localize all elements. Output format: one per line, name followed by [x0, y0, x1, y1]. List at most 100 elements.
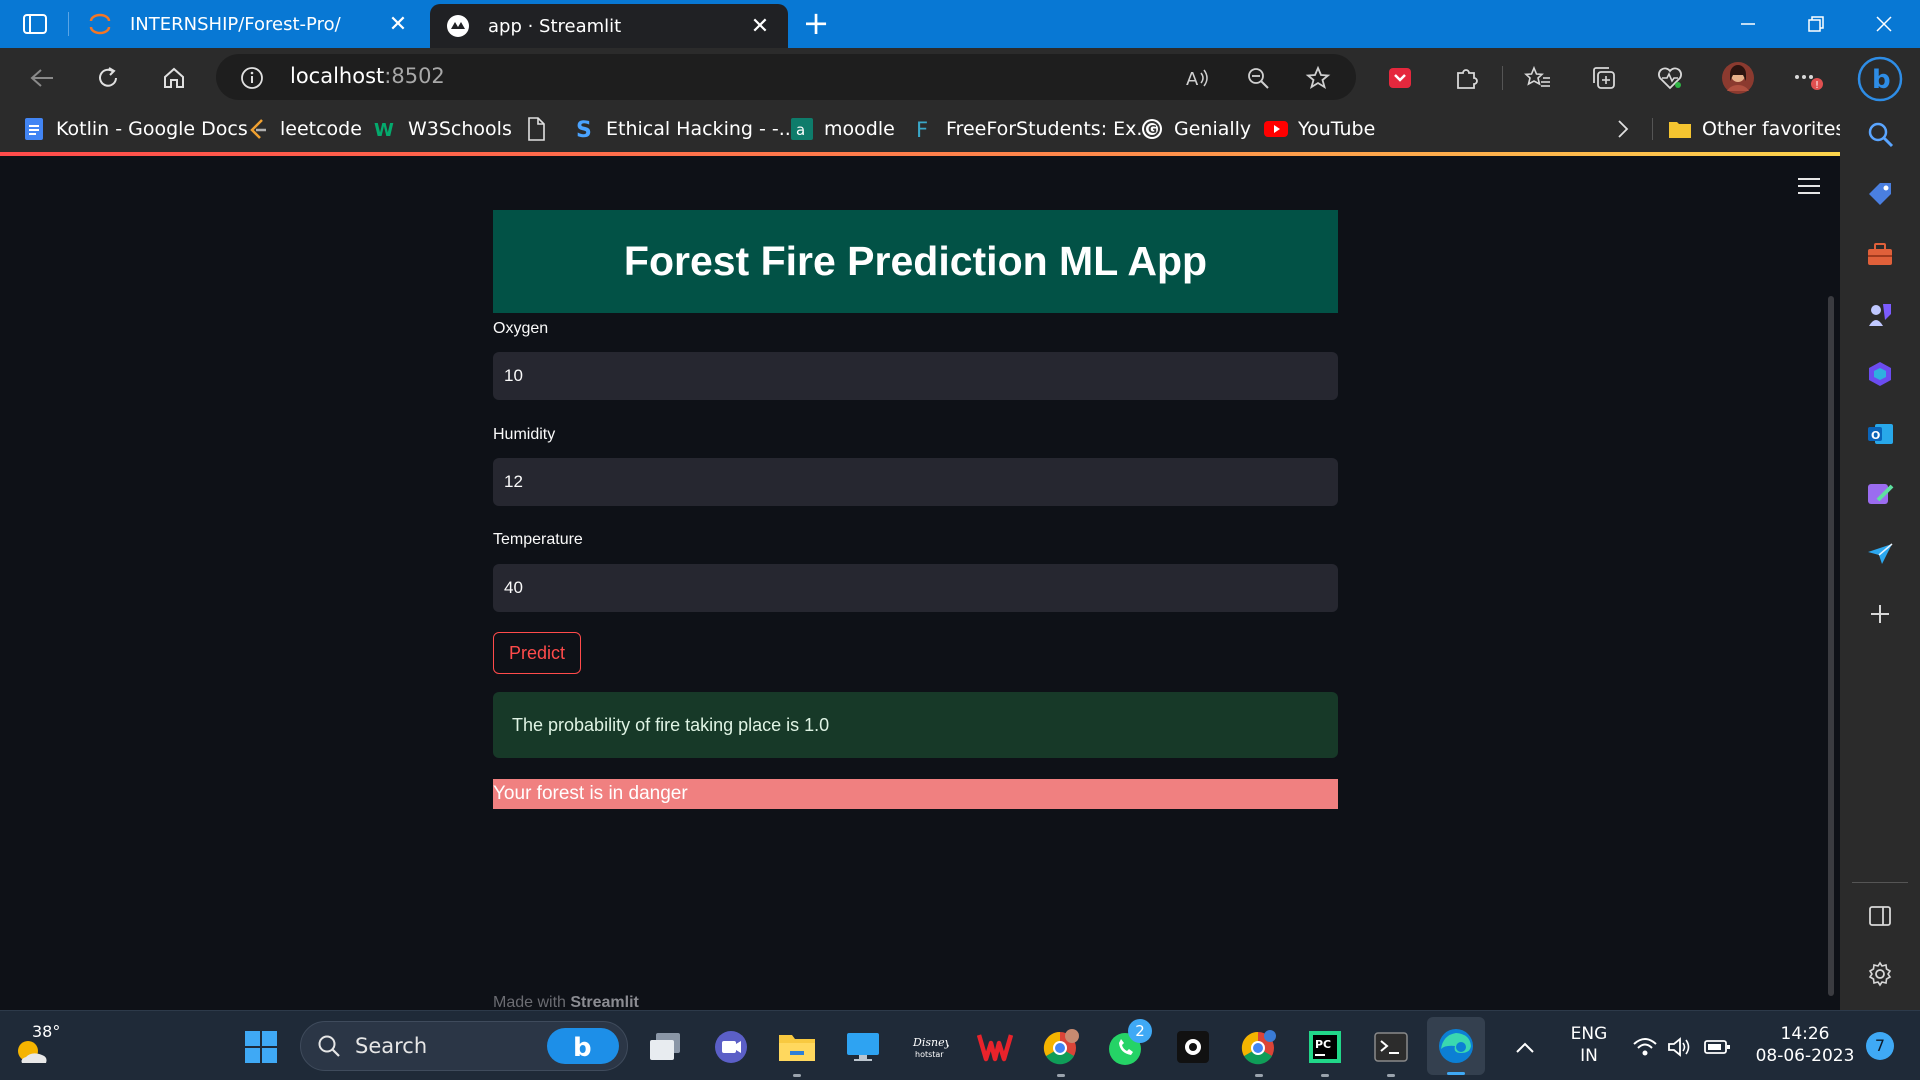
teams-chat-icon[interactable]: [711, 1027, 751, 1067]
search-icon[interactable]: [1864, 118, 1896, 150]
tab-title: INTERNSHIP/Forest-Pro/: [130, 13, 341, 35]
tab-jupyter[interactable]: INTERNSHIP/Forest-Pro/ ✕: [68, 0, 426, 48]
close-window-button[interactable]: [1852, 0, 1916, 48]
oxygen-label: Oxygen: [493, 320, 549, 337]
url-host: localhost: [290, 64, 385, 88]
bookmark-label: Other favorites: [1702, 118, 1846, 140]
wifi-icon[interactable]: [1628, 1027, 1662, 1067]
danger-message: Your forest is in danger: [493, 783, 688, 804]
bookmark-w3schools[interactable]: W W3Schools: [374, 114, 512, 144]
predict-button[interactable]: Predict: [493, 632, 581, 674]
footer-streamlit-link[interactable]: Streamlit: [570, 994, 638, 1010]
pycharm-icon[interactable]: PC: [1305, 1027, 1345, 1077]
send-icon[interactable]: [1864, 538, 1896, 570]
tab-separator: [68, 12, 69, 36]
hamburger-menu-icon[interactable]: [1798, 178, 1820, 194]
url-text[interactable]: localhost:8502: [290, 64, 445, 88]
address-bar[interactable]: localhost:8502 A: [216, 54, 1356, 100]
bookmark-label: leetcode: [280, 118, 362, 140]
info-icon[interactable]: [240, 66, 264, 90]
shopping-tag-icon[interactable]: [1864, 178, 1896, 210]
collections-icon[interactable]: [1586, 60, 1622, 96]
restore-button[interactable]: [1784, 0, 1848, 48]
skillshare-icon: S: [572, 117, 596, 141]
bookmark-youtube[interactable]: YouTube: [1264, 114, 1375, 144]
tab-actions-icon[interactable]: [22, 12, 48, 36]
add-icon[interactable]: [1864, 598, 1896, 630]
active-indicator: [1447, 1072, 1465, 1075]
new-tab-button[interactable]: +: [800, 7, 832, 40]
start-windows-icon[interactable]: [241, 1027, 281, 1067]
disney-hotstar-icon[interactable]: Disney+hotstar: [909, 1027, 949, 1067]
close-icon[interactable]: ✕: [386, 12, 410, 37]
bookmark-freeforstudents[interactable]: F FreeForStudents: Ex...: [912, 114, 1155, 144]
bing-chat-icon[interactable]: b: [1857, 56, 1903, 102]
oxygen-input[interactable]: [493, 352, 1338, 400]
page-scrollbar[interactable]: [1828, 296, 1834, 996]
jupyter-icon: [88, 12, 112, 36]
home-button[interactable]: [156, 60, 192, 96]
file-explorer-icon[interactable]: [777, 1027, 817, 1077]
svg-text:G: G: [1148, 123, 1157, 136]
bookmark-leetcode[interactable]: leetcode: [246, 114, 362, 144]
favorites-icon[interactable]: [1520, 60, 1556, 96]
clock[interactable]: 14:26 08-06-2023: [1750, 1023, 1860, 1067]
extensions-icon[interactable]: [1448, 60, 1484, 96]
bookmark-ethical-hacking[interactable]: S Ethical Hacking - -...: [572, 114, 797, 144]
humidity-input[interactable]: [493, 458, 1338, 506]
toolbar-separator: [1502, 66, 1503, 90]
chatgpt-app-icon[interactable]: [1173, 1027, 1213, 1067]
edge-icon[interactable]: [1427, 1017, 1485, 1075]
settings-gear-icon[interactable]: [1864, 958, 1896, 990]
taskbar-search[interactable]: Search b: [300, 1021, 628, 1071]
volume-icon[interactable]: [1664, 1027, 1694, 1067]
bookmark-label: Kotlin - Google Docs: [56, 118, 248, 140]
refresh-button[interactable]: [90, 60, 126, 96]
success-message: The probability of fire taking place is …: [512, 714, 830, 735]
svg-text:S: S: [576, 118, 592, 141]
bookmark-genially[interactable]: G Genially: [1140, 114, 1251, 144]
desktop-icon[interactable]: [843, 1027, 883, 1067]
streamlit-icon: [446, 14, 470, 38]
bookmark-label: moodle: [824, 118, 895, 140]
edge-sidebar: b O: [1840, 48, 1920, 1010]
outlook-icon[interactable]: O: [1864, 418, 1896, 450]
language-indicator[interactable]: ENG IN: [1556, 1023, 1622, 1067]
chrome-icon[interactable]: [1239, 1027, 1279, 1077]
minimize-button[interactable]: [1716, 0, 1780, 48]
games-icon[interactable]: [1864, 298, 1896, 330]
close-icon[interactable]: ✕: [748, 14, 772, 39]
bookmark-other-favorites[interactable]: Other favorites: [1668, 114, 1845, 144]
running-indicator: [1387, 1074, 1395, 1077]
task-view-icon[interactable]: [645, 1027, 685, 1067]
wps-office-icon[interactable]: [975, 1027, 1015, 1067]
folder-icon: [1668, 117, 1692, 141]
bookmark-kotlin-docs[interactable]: Kotlin - Google Docs: [22, 114, 248, 144]
temperature-input[interactable]: [493, 564, 1338, 612]
tools-briefcase-icon[interactable]: [1864, 238, 1896, 270]
whatsapp-badge: 2: [1128, 1019, 1152, 1043]
bing-search-icon[interactable]: b: [545, 1026, 621, 1066]
pocket-extension-icon[interactable]: [1382, 60, 1418, 96]
notification-badge[interactable]: 7: [1866, 1032, 1894, 1060]
zoom-out-icon[interactable]: [1244, 64, 1272, 92]
favorite-star-icon[interactable]: [1304, 64, 1332, 92]
microsoft-365-icon[interactable]: [1864, 358, 1896, 390]
tab-streamlit[interactable]: app · Streamlit ✕: [430, 4, 788, 48]
bookmarks-overflow-chevron-icon[interactable]: [1616, 114, 1630, 144]
bookmark-moodle[interactable]: a moodle: [790, 114, 895, 144]
browser-essentials-icon[interactable]: [1652, 60, 1688, 96]
profile-avatar[interactable]: [1720, 60, 1756, 96]
show-hidden-icons-chevron-icon[interactable]: [1511, 1027, 1539, 1067]
terminal-icon[interactable]: [1371, 1027, 1411, 1077]
battery-icon[interactable]: [1700, 1027, 1734, 1067]
more-options-icon[interactable]: !: [1790, 60, 1826, 96]
designer-icon[interactable]: [1864, 478, 1896, 510]
bookmark-document[interactable]: [524, 114, 558, 144]
back-button[interactable]: [24, 60, 60, 96]
freeforstudents-icon: F: [912, 117, 936, 141]
hide-sidebar-icon[interactable]: [1864, 900, 1896, 932]
chrome-profile-icon[interactable]: [1041, 1027, 1081, 1077]
read-aloud-icon[interactable]: A: [1184, 64, 1212, 92]
genially-icon: G: [1140, 117, 1164, 141]
